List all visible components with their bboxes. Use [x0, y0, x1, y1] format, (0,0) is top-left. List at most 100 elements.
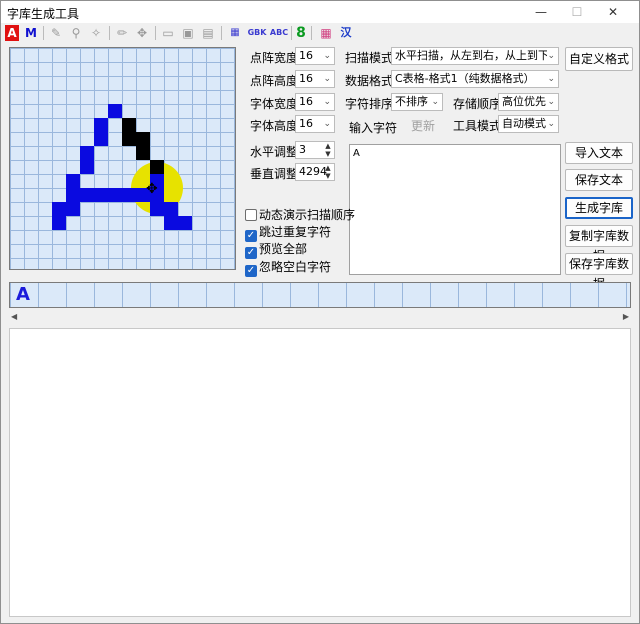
toolbar: A M ✎ ⚲ ✧ ✏ ✥ ▭ ▣ ▤ ▦ GBK ABC 8 ▦ 汉 — [1, 23, 639, 43]
pixel-cell[interactable] — [108, 188, 122, 202]
data-format-select[interactable]: C表格-格式1（纯数据格式） ⌄ — [391, 70, 559, 88]
dot-height-label: 点阵高度 — [250, 74, 299, 88]
output-area[interactable] — [9, 328, 631, 617]
storage-order-select[interactable]: 高位优先 ⌄ — [498, 93, 559, 111]
char-sort-label: 字符排序 — [345, 97, 394, 111]
move-cursor-icon: ✥ — [146, 181, 158, 197]
main-window: 字库生成工具 — ☐ ✕ A M ✎ ⚲ ✧ ✏ ✥ ▭ ▣ ▤ ▦ GBK A… — [0, 0, 640, 624]
font-width-select[interactable]: 16 ⌄ — [295, 93, 335, 111]
grid-icon[interactable]: ▦ — [227, 25, 243, 41]
toolbar-separator — [155, 26, 156, 40]
pencil-icon[interactable]: ✏ — [115, 25, 129, 41]
pixel-cell[interactable] — [66, 202, 80, 216]
toolbar-separator — [311, 26, 312, 40]
generate-font-button[interactable]: 生成字库 — [565, 197, 633, 219]
preview-glyph[interactable]: A — [16, 284, 30, 305]
checkbox-icon[interactable]: ✓ — [245, 265, 257, 277]
v-adjust-spinner[interactable]: 4294 ▲ ▼ — [295, 163, 335, 181]
font-blue-icon[interactable]: M — [23, 25, 39, 41]
pixel-cell[interactable] — [122, 132, 136, 146]
toolbar-separator — [221, 26, 222, 40]
fill-icon[interactable]: ⚲ — [69, 25, 83, 41]
custom-format-button[interactable]: 自定义格式 — [565, 47, 633, 71]
save-as-icon[interactable]: ▤ — [201, 25, 215, 41]
update-button[interactable]: 更新 — [403, 115, 443, 137]
tool-mode-select[interactable]: 自动模式 ⌄ — [498, 115, 559, 133]
pixel-cell[interactable] — [80, 146, 94, 160]
pixel-cell[interactable] — [94, 118, 108, 132]
pixel-cell[interactable] — [108, 104, 122, 118]
title-bar: 字库生成工具 — ☐ ✕ — [1, 1, 639, 23]
pixel-cell[interactable] — [66, 174, 80, 188]
save-data-button[interactable]: 保存字库数据 — [565, 253, 633, 291]
toolbar-separator — [43, 26, 44, 40]
checkbox-dynamic-scan[interactable]: 动态演示扫描顺序 — [245, 207, 355, 223]
scroll-right-icon[interactable]: ▶ — [623, 312, 629, 321]
pixel-cell[interactable] — [164, 202, 178, 216]
pixel-cell[interactable] — [136, 146, 150, 160]
palette-icon[interactable]: ▦ — [319, 25, 333, 41]
save-icon[interactable]: ▣ — [181, 25, 195, 41]
pixel-cell[interactable] — [164, 216, 178, 230]
dot-width-select[interactable]: 16 ⌄ — [295, 47, 335, 65]
checkbox-skip-duplicates[interactable]: ✓ 跳过重复字符 — [245, 224, 331, 242]
maximize-button[interactable]: ☐ — [563, 3, 591, 21]
copy-data-button[interactable]: 复制字库数据 — [565, 225, 633, 263]
pixel-cell[interactable] — [150, 202, 164, 216]
checkbox-icon[interactable] — [245, 209, 257, 221]
pixel-cell[interactable] — [122, 188, 136, 202]
window-title: 字库生成工具 — [7, 7, 80, 21]
pixel-cell[interactable] — [94, 132, 108, 146]
import-text-button[interactable]: 导入文本 — [565, 142, 633, 164]
save-text-button[interactable]: 保存文本 — [565, 169, 633, 191]
pixel-cell[interactable] — [52, 216, 66, 230]
pixel-cell[interactable] — [178, 216, 192, 230]
pixel-cell[interactable] — [80, 188, 94, 202]
digit-icon[interactable]: 8 — [295, 25, 307, 41]
pixel-editor[interactable]: ✥ — [9, 47, 236, 270]
pixel-cell[interactable] — [136, 132, 150, 146]
input-char-label: 输入字符 — [349, 121, 398, 135]
dot-height-select[interactable]: 16 ⌄ — [295, 70, 335, 88]
pixel-grid[interactable]: ✥ — [10, 48, 235, 269]
input-text-area[interactable]: A — [349, 144, 561, 275]
dot-width-label: 点阵宽度 — [250, 51, 299, 65]
close-button[interactable]: ✕ — [599, 3, 627, 21]
pixel-cell[interactable] — [52, 202, 66, 216]
storage-order-label: 存储顺序 — [453, 97, 502, 111]
char-sort-select[interactable]: 不排序 ⌄ — [391, 93, 443, 111]
brush-icon[interactable]: ✧ — [89, 25, 103, 41]
font-red-icon[interactable]: A — [5, 25, 19, 41]
checkbox-ignore-blank[interactable]: ✓ 忽略空白字符 — [245, 259, 331, 277]
pixel-cell[interactable] — [66, 188, 80, 202]
toolbar-separator — [109, 26, 110, 40]
minimize-button[interactable]: — — [527, 3, 555, 21]
horizontal-scrollbar[interactable]: ◀ ▶ — [9, 312, 631, 325]
tool-mode-label: 工具模式 — [453, 119, 502, 133]
font-height-label: 字体高度 — [250, 119, 299, 133]
open-icon[interactable]: ▭ — [161, 25, 175, 41]
checkbox-preview-all[interactable]: ✓ 预览全部 — [245, 241, 307, 259]
h-adjust-label: 水平调整 — [250, 145, 299, 159]
abc-icon[interactable]: ABC — [269, 25, 289, 41]
chinese-icon[interactable]: 汉 — [339, 25, 353, 41]
toolbar-separator — [291, 26, 292, 40]
scan-mode-select[interactable]: 水平扫描，从左到右，从上到下 ⌄ — [391, 47, 559, 65]
eraser-icon[interactable]: ✎ — [49, 25, 63, 41]
spinner-arrows-icon[interactable]: ▲ ▼ — [322, 142, 334, 158]
scan-mode-label: 扫描模式 — [345, 51, 394, 65]
preview-strip[interactable]: A — [9, 282, 631, 308]
pixel-cell[interactable] — [94, 188, 108, 202]
move-icon[interactable]: ✥ — [135, 25, 149, 41]
gbk-icon[interactable]: GBK — [247, 25, 267, 41]
checkbox-icon[interactable]: ✓ — [245, 247, 257, 259]
spinner-arrows-icon[interactable]: ▲ ▼ — [322, 164, 334, 180]
pixel-cell[interactable] — [122, 118, 136, 132]
v-adjust-label: 垂直调整 — [250, 167, 299, 181]
font-width-label: 字体宽度 — [250, 97, 299, 111]
pixel-cell[interactable] — [150, 160, 164, 174]
scroll-left-icon[interactable]: ◀ — [11, 312, 17, 321]
font-height-select[interactable]: 16 ⌄ — [295, 115, 335, 133]
h-adjust-spinner[interactable]: 3 ▲ ▼ — [295, 141, 335, 159]
pixel-cell[interactable] — [80, 160, 94, 174]
